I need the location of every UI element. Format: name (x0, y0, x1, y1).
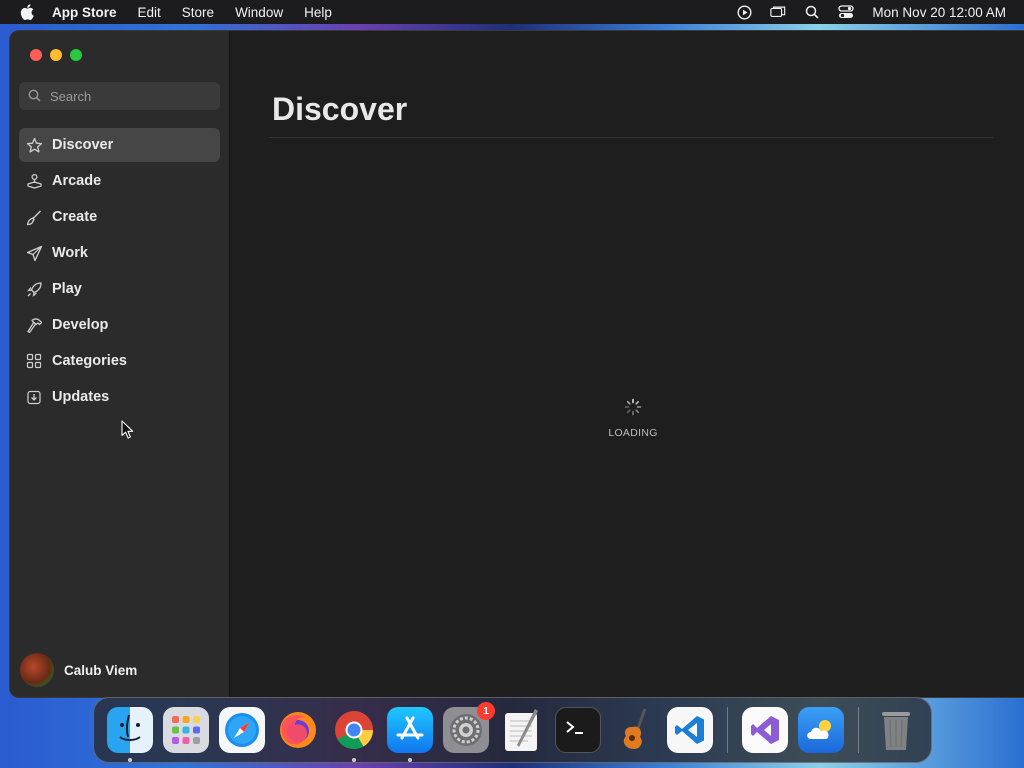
menu-bar-clock[interactable]: Mon Nov 20 12:00 AM (872, 5, 1006, 20)
sidebar-item-updates[interactable]: Updates (19, 380, 220, 414)
menu-app-store[interactable]: App Store (52, 5, 117, 20)
sidebar-item-categories[interactable]: Categories (19, 344, 220, 378)
sidebar-item-work[interactable]: Work (19, 236, 220, 270)
loading-label: LOADING (608, 427, 658, 439)
control-center-icon[interactable] (838, 4, 855, 20)
page-title: Discover (272, 91, 408, 127)
dock-chrome[interactable] (331, 707, 377, 762)
main-content: Discover LOADING (231, 31, 1024, 697)
dock-app-store[interactable] (387, 707, 433, 762)
launchpad-icon (172, 716, 200, 744)
account-name[interactable]: Calub Viem (64, 663, 137, 678)
finder-icon (119, 714, 141, 741)
search-icon (28, 89, 42, 103)
dock-garageband[interactable] (611, 707, 657, 753)
window-zoom-button[interactable] (70, 49, 82, 61)
dock-vscode[interactable] (667, 707, 713, 753)
download-icon (25, 388, 43, 406)
dock-firefox[interactable] (275, 707, 321, 753)
dock-visual-studio[interactable] (742, 707, 788, 753)
visual-studio-icon (751, 716, 779, 744)
garageband-icon (623, 708, 647, 749)
sidebar-item-label: Updates (52, 389, 110, 405)
sidebar-item-discover[interactable]: Discover (19, 128, 220, 162)
dock-system-settings[interactable]: 1 (443, 702, 495, 753)
safari-icon (225, 713, 259, 747)
star-icon (25, 136, 43, 154)
menu-window[interactable]: Window (235, 5, 283, 20)
menu-store[interactable]: Store (182, 5, 214, 20)
sidebar-item-label: Arcade (52, 173, 102, 189)
hammer-icon (25, 316, 43, 334)
dock-weather[interactable] (798, 707, 844, 753)
dock-safari[interactable] (219, 707, 265, 753)
vscode-icon (675, 716, 704, 744)
rocket-icon (25, 280, 43, 298)
menu-help[interactable]: Help (304, 5, 332, 20)
app-store-icon (396, 716, 424, 740)
sidebar-item-label: Work (52, 245, 88, 261)
notification-badge: 1 (477, 702, 495, 720)
dock-trash[interactable] (873, 707, 919, 753)
trash-icon (882, 712, 910, 750)
running-indicator (352, 758, 356, 762)
running-indicator (408, 758, 412, 762)
sidebar: Discover Arcade Create Work (10, 31, 230, 697)
textedit-icon (505, 709, 538, 751)
screen-recording-icon[interactable] (736, 4, 752, 20)
avatar[interactable] (20, 653, 54, 687)
sidebar-item-create[interactable]: Create (19, 200, 220, 234)
window-close-button[interactable] (30, 49, 42, 61)
sidebar-item-label: Categories (52, 353, 127, 369)
dock-launchpad[interactable] (163, 707, 209, 753)
search-input[interactable] (50, 88, 210, 104)
account-profile[interactable]: Calub Viem (20, 653, 137, 687)
terminal-icon (566, 721, 583, 734)
loading-indicator: LOADING (603, 398, 663, 439)
sidebar-item-label: Develop (52, 317, 109, 333)
paperplane-icon (25, 244, 43, 262)
paintbrush-icon (25, 208, 43, 226)
window-mirroring-icon[interactable] (770, 4, 786, 20)
sidebar-item-label: Play (52, 281, 82, 297)
title-divider (269, 137, 993, 138)
firefox-icon (280, 712, 316, 748)
app-store-window: Discover Arcade Create Work (9, 30, 1024, 698)
window-minimize-button[interactable] (50, 49, 62, 61)
dock-textedit[interactable] (499, 707, 545, 753)
sidebar-item-develop[interactable]: Develop (19, 308, 220, 342)
menu-edit[interactable]: Edit (138, 5, 161, 20)
chrome-icon (335, 711, 374, 750)
spinner-icon (624, 398, 642, 416)
running-indicator (128, 758, 132, 762)
search-field[interactable] (19, 82, 220, 110)
joystick-icon (25, 172, 43, 190)
dock-finder[interactable] (107, 707, 153, 762)
weather-icon (807, 720, 831, 739)
mouse-cursor-icon (121, 420, 134, 439)
dock-terminal[interactable] (555, 707, 601, 753)
dock-separator (858, 707, 859, 753)
sidebar-item-label: Discover (52, 137, 114, 153)
spotlight-search-icon[interactable] (804, 4, 820, 20)
sidebar-nav: Discover Arcade Create Work Play Develop… (19, 128, 220, 416)
sidebar-item-play[interactable]: Play (19, 272, 220, 306)
dock-separator (727, 707, 728, 753)
sidebar-item-label: Create (52, 209, 98, 225)
menu-bar: App Store Edit Store Window Help Mon Nov… (0, 0, 1024, 24)
grid-icon (25, 352, 43, 370)
dock: 1 (93, 697, 932, 763)
apple-menu-icon[interactable] (18, 0, 36, 24)
sidebar-item-arcade[interactable]: Arcade (19, 164, 220, 198)
